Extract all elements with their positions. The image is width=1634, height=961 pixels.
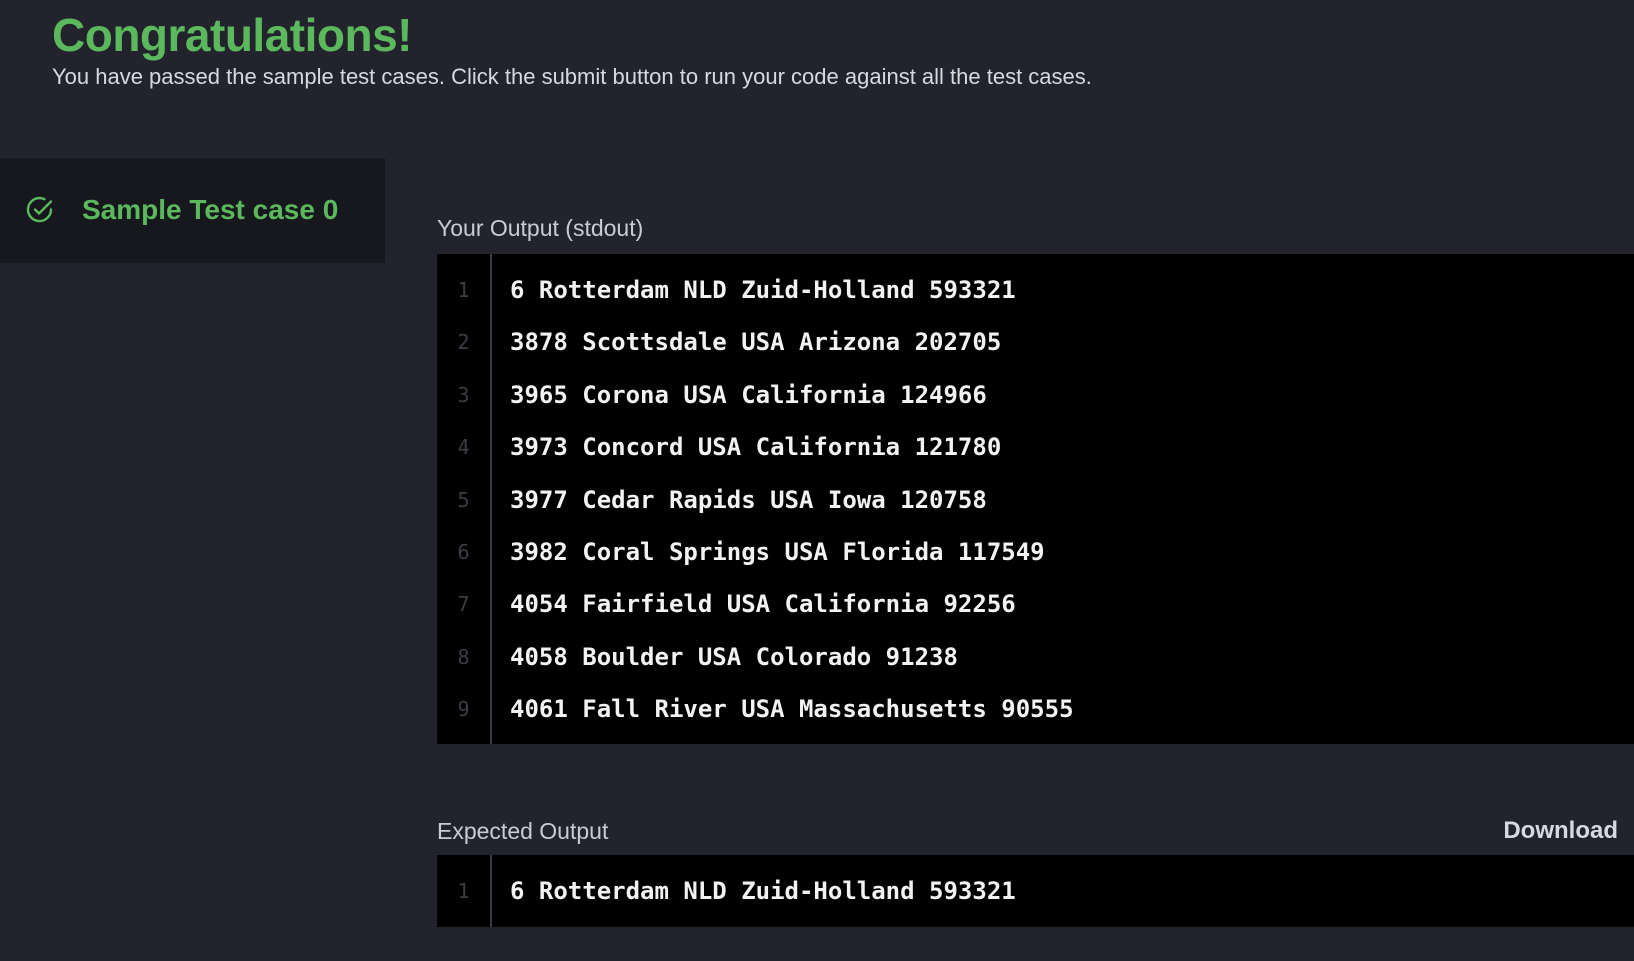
code-line: 3 3965 Corona USA California 124966: [437, 369, 1634, 421]
line-number: 9: [457, 697, 470, 722]
code-line: 1 6 Rotterdam NLD Zuid-Holland 593321: [437, 865, 1634, 917]
code-line: 5 3977 Cedar Rapids USA Iowa 120758: [437, 474, 1634, 526]
your-output-label: Your Output (stdout): [437, 215, 644, 241]
line-text: 6 Rotterdam NLD Zuid-Holland 593321: [510, 877, 1016, 905]
line-text: 3965 Corona USA California 124966: [510, 380, 987, 409]
code-line: 7 4054 Fairfield USA California 92256: [437, 578, 1634, 630]
line-text: 4061 Fall River USA Massachusetts 90555: [510, 695, 1074, 724]
expected-output-label: Expected Output: [437, 818, 609, 844]
page-title: Congratulations!: [52, 9, 412, 61]
page-subtitle: You have passed the sample test cases. C…: [52, 64, 1092, 89]
tab-sample-test-case-0[interactable]: Sample Test case 0: [0, 158, 385, 263]
code-line: 1 6 Rotterdam NLD Zuid-Holland 593321: [437, 264, 1634, 316]
your-output-code-box: 16 Rotterdam NLD Zuid-Holland 593321 2 387…: [437, 254, 1634, 744]
download-button[interactable]: Download: [1503, 816, 1618, 846]
line-text: 3982 Coral Springs USA Florida 117549: [510, 538, 1045, 566]
line-number: 1: [457, 879, 470, 903]
check-circle-icon: [26, 196, 53, 223]
line-number: 2: [457, 330, 470, 355]
line-text: 6 Rotterdam NLD Zuid-Holland 593321: [510, 276, 1016, 304]
line-number: 6: [457, 540, 470, 564]
code-line: 8 4058 Boulder USA Colorado 91238: [437, 631, 1634, 683]
line-number: 4: [457, 435, 470, 460]
page: Congratulations! You have passed the sam…: [0, 0, 1634, 961]
code-line: 9 4061 Fall River USA Massachusetts 90555: [437, 683, 1634, 735]
line-text: 3973 Concord USA California 121780: [510, 433, 1002, 462]
line-text: 3977 Cedar Rapids USA Iowa 120758: [510, 485, 987, 514]
line-number: 1: [457, 278, 470, 302]
line-text: 4054 Fairfield USA California 92256: [510, 590, 1016, 619]
line-number: 8: [457, 644, 470, 669]
code-line: 4 3973 Concord USA California 121780: [437, 421, 1634, 473]
line-number: 7: [457, 592, 470, 617]
code-line: 6 3982 Coral Springs USA Florida 117549: [437, 526, 1634, 578]
expected-output-code-box: 1 6 Rotterdam NLD Zuid-Holland 593321: [437, 855, 1634, 927]
line-text: 4058 Boulder USA Colorado 91238: [510, 642, 958, 671]
line-number: 5: [457, 487, 470, 512]
tab-label: Sample Test case 0: [82, 194, 339, 225]
line-text: 3878 Scottsdale USA Arizona 202705: [510, 328, 1002, 357]
code-line: 2 3878 Scottsdale USA Arizona 202705: [437, 316, 1634, 368]
line-number: 3: [457, 382, 470, 407]
